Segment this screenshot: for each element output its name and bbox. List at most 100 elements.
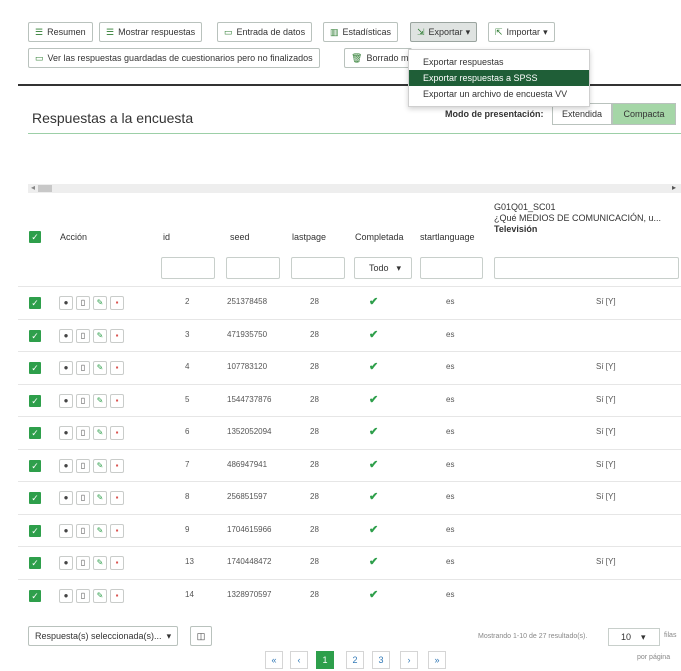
edit-icon[interactable]: ✎ — [93, 523, 107, 538]
pagination-page-1[interactable]: 1 — [316, 651, 334, 669]
file-icon[interactable]: ▯ — [76, 296, 90, 310]
menu-item-exportar-respuestas[interactable]: Exportar respuestas — [409, 54, 589, 70]
importar-button[interactable]: ⇱ Importar ▾ — [488, 22, 555, 42]
pagination-page-2[interactable]: 2 — [346, 651, 364, 669]
view-icon[interactable]: ● — [59, 588, 73, 603]
column-lastpage[interactable]: lastpage — [292, 232, 326, 242]
edit-icon[interactable]: ✎ — [93, 458, 107, 473]
mostrar-respuestas-button[interactable]: ☰ Mostrar respuestas — [99, 22, 203, 42]
edit-icon[interactable]: ✎ — [93, 361, 107, 375]
filter-g01q01-input[interactable] — [494, 257, 679, 279]
trash-icon[interactable]: ▪ — [110, 328, 124, 343]
view-icon[interactable]: ● — [59, 296, 73, 310]
column-id[interactable]: id — [163, 232, 170, 242]
filter-seed-input[interactable] — [226, 257, 280, 279]
trash-icon[interactable]: ▪ — [110, 458, 124, 473]
menu-item-exportar-vv[interactable]: Exportar un archivo de encuesta VV — [409, 86, 589, 102]
scrollbar-thumb[interactable] — [38, 185, 52, 192]
cell-id: 14 — [185, 589, 194, 599]
edit-icon[interactable]: ✎ — [93, 491, 107, 505]
exportar-button[interactable]: ⇲ Exportar ▾ — [410, 22, 478, 42]
edit-icon[interactable]: ✎ — [93, 296, 107, 310]
row-checkbox[interactable]: ✓ — [29, 459, 41, 472]
trash-icon[interactable]: ▪ — [110, 393, 124, 408]
row-checkbox[interactable]: ✓ — [29, 589, 41, 602]
trash-icon[interactable]: ▪ — [110, 491, 124, 505]
pagination-first[interactable]: « — [265, 651, 283, 669]
file-icon[interactable]: ▯ — [76, 523, 90, 538]
pagination-prev[interactable]: ‹ — [290, 651, 308, 669]
cell-seed: 1352052094 — [227, 427, 272, 436]
edit-icon[interactable]: ✎ — [93, 556, 107, 570]
trash-icon[interactable]: ▪ — [110, 426, 124, 440]
file-icon[interactable]: ▯ — [76, 393, 90, 408]
entrada-datos-button[interactable]: ▭ Entrada de datos — [217, 22, 313, 42]
column-g01q01[interactable]: G01Q01_SC01 ¿Qué MEDIOS DE COMUNICACIÓN,… — [494, 202, 661, 235]
cell-lastpage: 28 — [310, 492, 319, 501]
file-icon[interactable]: ▯ — [76, 426, 90, 440]
file-icon[interactable]: ▯ — [76, 491, 90, 505]
page-size-select[interactable]: 10 ▾ — [608, 628, 660, 646]
resumen-button[interactable]: ☰ Resumen — [28, 22, 93, 42]
estadisticas-button[interactable]: ▥ Estadísticas — [323, 22, 399, 42]
file-icon[interactable]: ▯ — [76, 328, 90, 343]
file-icon[interactable]: ▯ — [76, 458, 90, 473]
cell-television: Sí [Y] — [596, 394, 616, 404]
mode-compacta-button[interactable]: Compacta — [612, 103, 676, 125]
edit-icon[interactable]: ✎ — [93, 393, 107, 408]
cell-lastpage: 28 — [310, 524, 319, 534]
column-completada[interactable]: Completada — [355, 232, 404, 242]
file-icon[interactable]: ▯ — [76, 361, 90, 375]
view-icon[interactable]: ● — [59, 458, 73, 473]
view-icon[interactable]: ● — [59, 556, 73, 570]
filter-completada-select[interactable]: Todo ▾ — [354, 257, 412, 279]
filter-startlanguage-input[interactable] — [420, 257, 483, 279]
row-checkbox[interactable]: ✓ — [29, 427, 41, 439]
row-checkbox[interactable]: ✓ — [29, 557, 41, 569]
menu-item-exportar-spss[interactable]: Exportar respuestas a SPSS — [409, 70, 589, 86]
file-icon[interactable]: ▯ — [76, 588, 90, 603]
borrado-masivo-button[interactable]: 🗑 Borrado ma — [344, 48, 412, 68]
table-row: ✓ ● ▯ ✎ ▪ 4 107783120 28 ✔ es Sí [Y] — [18, 351, 681, 383]
ver-guardadas-button[interactable]: ▭ Ver las respuestas guardadas de cuestio… — [28, 48, 320, 68]
select-all-checkbox[interactable]: ✓ — [29, 231, 41, 243]
row-checkbox[interactable]: ✓ — [29, 394, 41, 407]
cell-seed: 471935750 — [227, 329, 268, 339]
column-startlanguage[interactable]: startlanguage — [420, 232, 475, 242]
check-icon: ✔ — [369, 588, 379, 601]
column-toggle-button[interactable]: ◫ — [190, 626, 212, 646]
column-seed[interactable]: seed — [230, 232, 250, 242]
view-icon[interactable]: ● — [59, 523, 73, 538]
pagination-last[interactable]: » — [428, 651, 446, 669]
pagination-next[interactable]: › — [400, 651, 418, 669]
row-checkbox[interactable]: ✓ — [29, 329, 41, 342]
bulk-action-dropdown[interactable]: Respuesta(s) seleccionada(s)... ▾ — [28, 626, 179, 646]
view-icon[interactable]: ● — [59, 361, 73, 375]
row-checkbox[interactable]: ✓ — [29, 362, 41, 374]
horizontal-scrollbar[interactable]: ◂ ▸ — [28, 183, 681, 193]
view-icon[interactable]: ● — [59, 491, 73, 505]
cell-television: Sí [Y] — [596, 362, 616, 371]
file-icon[interactable]: ▯ — [76, 556, 90, 570]
row-checkbox[interactable]: ✓ — [29, 524, 41, 537]
table-row: ✓ ● ▯ ✎ ▪ 14 1328970597 28 ✔ es — [18, 578, 681, 611]
row-checkbox[interactable]: ✓ — [29, 492, 41, 504]
edit-icon[interactable]: ✎ — [93, 588, 107, 603]
filter-lastpage-input[interactable] — [291, 257, 345, 279]
edit-icon[interactable]: ✎ — [93, 426, 107, 440]
cell-id: 9 — [185, 524, 190, 534]
row-checkbox[interactable]: ✓ — [29, 297, 41, 309]
cell-id: 2 — [185, 297, 190, 306]
trash-icon[interactable]: ▪ — [110, 556, 124, 570]
filter-id-input[interactable] — [161, 257, 215, 279]
trash-icon[interactable]: ▪ — [110, 588, 124, 603]
cell-seed: 1740448472 — [227, 557, 272, 566]
edit-icon[interactable]: ✎ — [93, 328, 107, 343]
view-icon[interactable]: ● — [59, 426, 73, 440]
view-icon[interactable]: ● — [59, 393, 73, 408]
view-icon[interactable]: ● — [59, 328, 73, 343]
trash-icon[interactable]: ▪ — [110, 361, 124, 375]
pagination-page-3[interactable]: 3 — [372, 651, 390, 669]
trash-icon[interactable]: ▪ — [110, 523, 124, 538]
trash-icon[interactable]: ▪ — [110, 296, 124, 310]
